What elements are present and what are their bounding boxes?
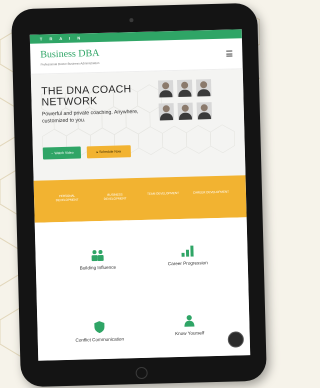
service-label: Conflict Communication	[75, 336, 125, 343]
logo-tagline: Professional Doctor Business Administrat…	[40, 60, 100, 67]
people-icon	[91, 250, 104, 262]
service-cards: Building Influence Career Progression Co…	[34, 217, 251, 361]
service-label: Building Influence	[79, 264, 117, 271]
coach-avatar[interactable]	[196, 102, 213, 120]
service-card[interactable]: Know Yourself	[149, 314, 230, 337]
logo[interactable]: Business DBA	[40, 48, 99, 61]
band-item[interactable]: Personal Development	[48, 193, 86, 203]
coach-avatar-empty	[216, 102, 231, 119]
coach-avatar[interactable]	[177, 102, 194, 120]
coach-avatar[interactable]	[158, 80, 174, 98]
watch-video-button[interactable]: → Watch Video	[42, 146, 82, 160]
menu-icon[interactable]	[226, 50, 233, 59]
service-card[interactable]: Conflict Communication	[59, 320, 140, 343]
coach-avatar[interactable]	[177, 79, 193, 97]
tablet-screen: T R A I N Business DBA Professional Doct…	[29, 29, 251, 361]
hero-title: THE DNA COACH NETWORK	[41, 83, 132, 109]
service-label: Career Progression	[167, 260, 208, 267]
camera-icon	[129, 18, 134, 23]
service-card[interactable]: Career Progression	[147, 244, 228, 267]
shield-icon	[94, 321, 105, 334]
person-icon	[184, 315, 195, 327]
services-band: Personal Development Business Developmen…	[33, 175, 247, 223]
service-label: Know Yourself	[175, 330, 205, 337]
coach-avatar[interactable]	[158, 103, 175, 121]
band-item[interactable]: Business Development	[96, 192, 134, 201]
band-item[interactable]: Team Development	[144, 191, 182, 196]
hero-section: THE DNA COACH NETWORK Powerful and priva…	[30, 69, 246, 181]
tablet-frame: T R A I N Business DBA Professional Doct…	[11, 2, 267, 388]
bar-chart-icon	[181, 245, 194, 257]
coach-avatar-empty	[215, 79, 230, 96]
band-item[interactable]: Career Development	[192, 190, 230, 195]
service-card[interactable]: Building Influence	[57, 248, 138, 271]
home-button[interactable]	[135, 366, 148, 380]
coach-avatar[interactable]	[195, 79, 212, 97]
chat-bubble-icon[interactable]	[227, 331, 245, 348]
coach-photo-grid	[158, 78, 235, 121]
schedule-button[interactable]: ▸ Schedule Now	[86, 145, 132, 159]
